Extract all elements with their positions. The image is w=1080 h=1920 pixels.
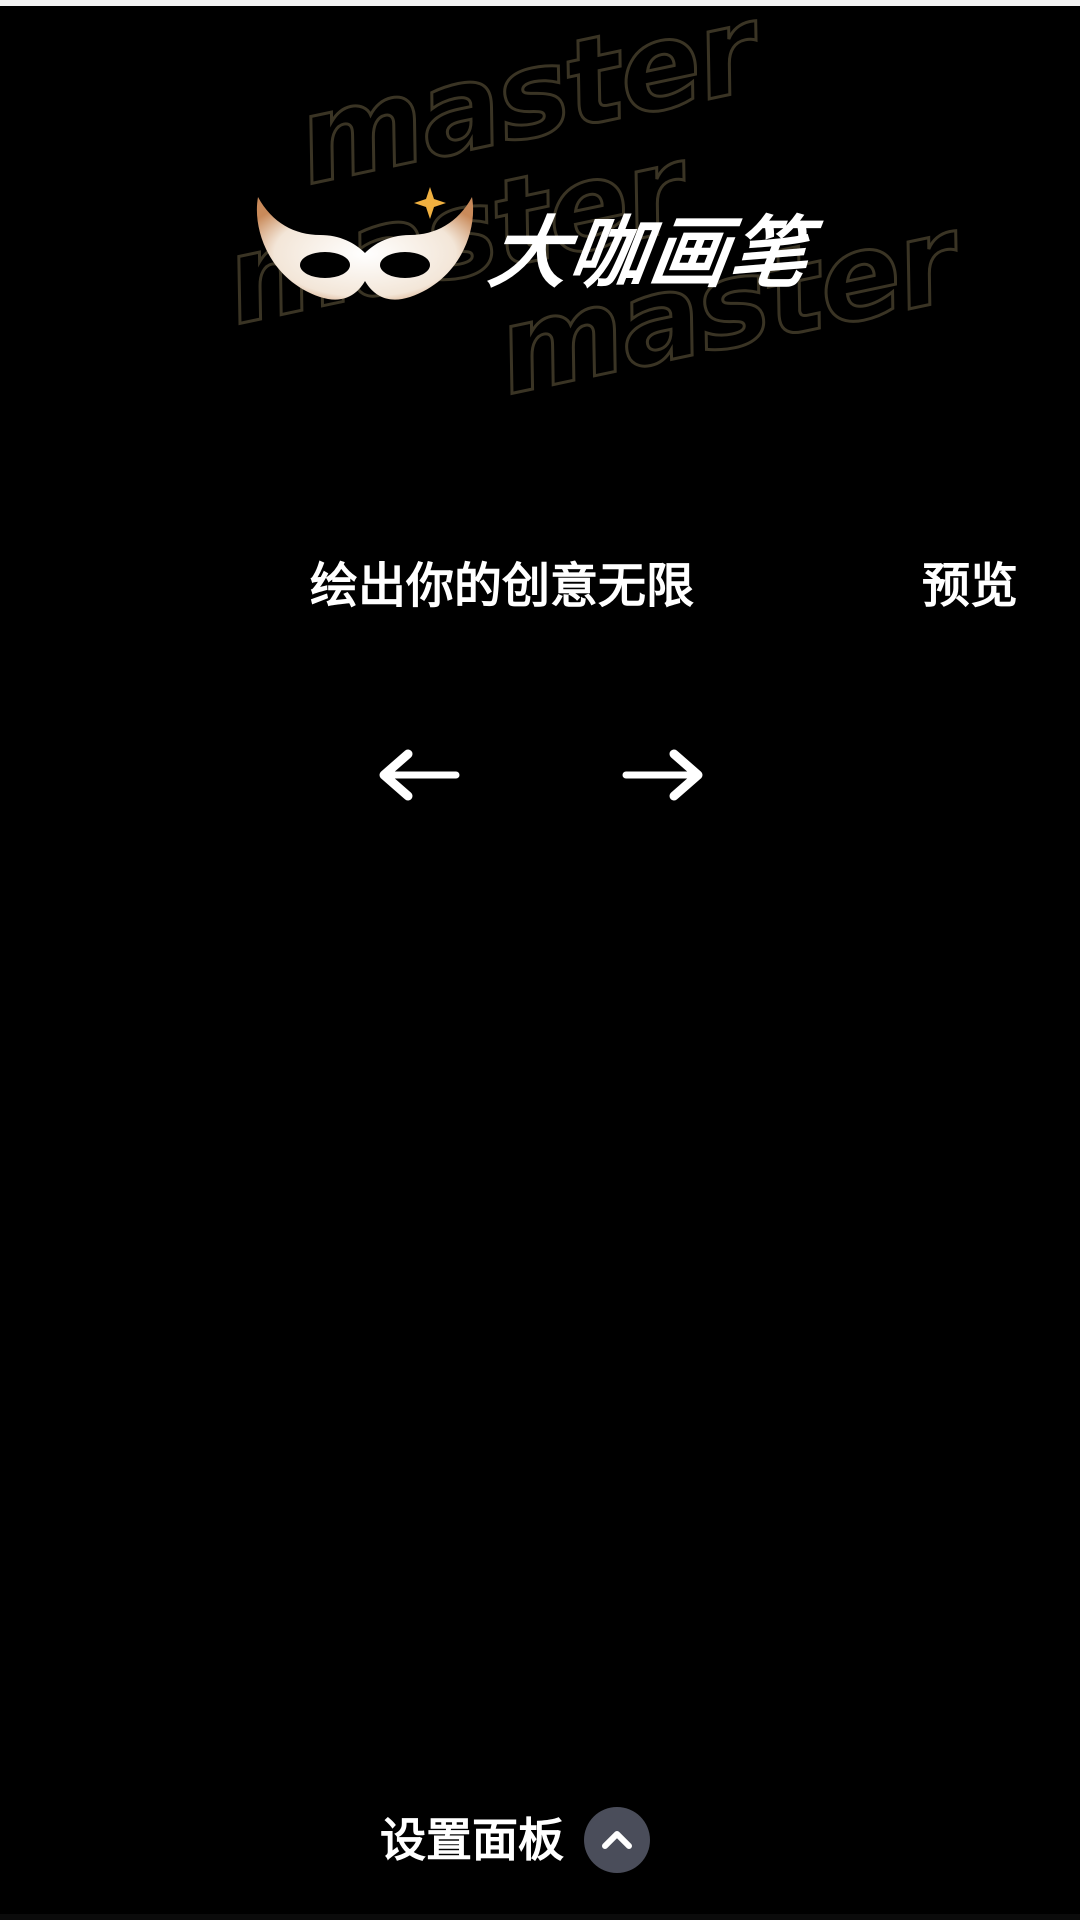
settings-expand-button[interactable] [584,1807,650,1873]
app-logo: master master master 大咖画笔 [200,0,969,440]
next-button[interactable] [612,740,712,810]
logo-title: 大咖画笔 [483,209,817,299]
settings-panel-toggle[interactable]: 设置面板 [380,1800,650,1880]
arrow-left-icon [379,749,460,801]
arrow-right-icon [622,749,703,801]
preview-button[interactable]: 预览 [922,556,1018,616]
mask-icon [256,187,474,300]
canvas-slogan: 绘出你的创意无限 [310,558,695,614]
prev-button[interactable] [370,740,470,810]
bottom-edge [0,1914,1080,1920]
top-edge [0,0,1080,6]
chevron-up-icon [602,1831,632,1849]
settings-panel-label: 设置面板 [380,1813,564,1867]
